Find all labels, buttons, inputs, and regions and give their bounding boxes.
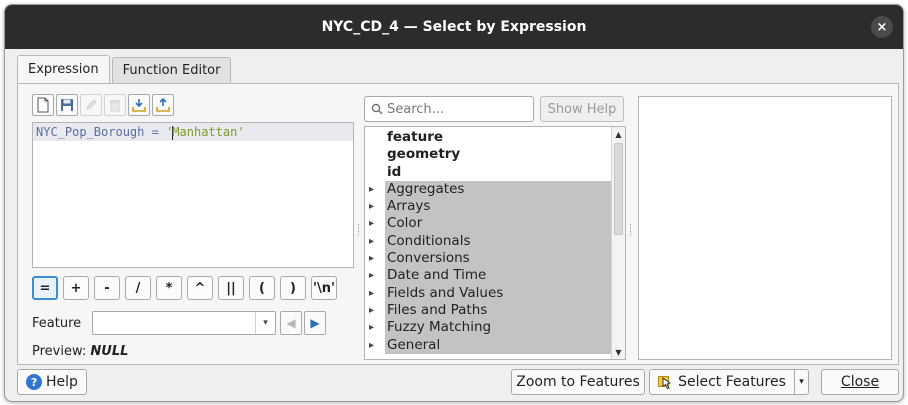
function-tree-scrollbar[interactable]: ▲ ▼ (611, 127, 625, 359)
export-expression-button[interactable] (152, 94, 174, 116)
chevron-down-icon[interactable]: ▾ (255, 312, 275, 334)
edit-icon (86, 99, 97, 110)
select-features-label: Select Features (678, 374, 786, 390)
delete-icon (110, 100, 120, 112)
tree-group-date-and-time[interactable]: Date and Time (369, 267, 611, 285)
tree-group-aggregates[interactable]: Aggregates (369, 180, 611, 199)
close-icon: × (876, 19, 888, 35)
export-icon (156, 98, 170, 112)
help-button-label: Help (46, 374, 78, 390)
tree-group-arrays[interactable]: Arrays (369, 198, 611, 216)
import-icon (132, 99, 146, 112)
tree-item-id[interactable]: id (365, 164, 611, 181)
show-help-button[interactable]: Show Help (540, 96, 624, 122)
next-feature-button[interactable]: ▶ (304, 311, 326, 335)
tree-group-files-and-paths[interactable]: Files and Paths (369, 301, 611, 320)
function-tree-items: feature geometry id Aggregates Arrays Co… (365, 129, 611, 354)
tab-expression[interactable]: Expression (17, 55, 110, 83)
operator-multiply-button[interactable]: * (156, 276, 182, 300)
import-expression-button[interactable] (128, 94, 150, 116)
function-tree[interactable]: feature geometry id Aggregates Arrays Co… (364, 126, 626, 360)
operator-buttons: = + - / * ^ || ( ) '\n' (32, 276, 337, 300)
select-by-expression-dialog: NYC_CD_4 — Select by Expression × Expres… (4, 4, 904, 402)
scroll-down-icon[interactable]: ▼ (612, 345, 625, 359)
expression-operator: = (144, 125, 167, 139)
dialog-button-bar: ? Help Zoom to Features Select Features … (5, 369, 903, 399)
function-help-panel (638, 96, 892, 360)
window-title: NYC_CD_4 — Select by Expression (321, 19, 587, 35)
title-bar: NYC_CD_4 — Select by Expression × (5, 5, 903, 49)
help-button[interactable]: ? Help (17, 369, 87, 395)
expression-editor[interactable]: NYC_Pop_Borough = 'Manhattan' (32, 122, 354, 268)
close-button[interactable]: Close (821, 369, 899, 395)
save-icon (61, 99, 73, 111)
new-expression-button[interactable] (32, 94, 54, 116)
function-search-input[interactable]: Search... (364, 96, 534, 122)
operator-divide-button[interactable]: / (125, 276, 151, 300)
tree-group-fields-and-values[interactable]: Fields and Values (369, 284, 611, 302)
operator-newline-button[interactable]: '\n' (311, 276, 337, 300)
operator-equals-button[interactable]: = (32, 276, 58, 300)
operator-open-paren-button[interactable]: ( (249, 276, 275, 300)
delete-expression-button[interactable] (104, 94, 126, 116)
zoom-to-features-button[interactable]: Zoom to Features (511, 369, 645, 395)
tree-group-general[interactable]: General (369, 336, 611, 354)
select-features-button[interactable]: Select Features (649, 369, 795, 395)
save-expression-button[interactable] (56, 94, 78, 116)
operator-minus-button[interactable]: - (94, 276, 120, 300)
tree-group-conversions[interactable]: Conversions (369, 250, 611, 268)
tree-item-geometry[interactable]: geometry (365, 146, 611, 163)
tree-item-feature[interactable]: feature (365, 129, 611, 146)
edit-expression-button[interactable] (80, 94, 102, 116)
expression-tab-panel: NYC_Pop_Borough = 'Manhattan' = + - / * … (17, 83, 899, 365)
tree-group-fuzzy-matching[interactable]: Fuzzy Matching (369, 319, 611, 337)
tree-group-color[interactable]: Color (369, 215, 611, 233)
new-file-icon (37, 97, 49, 113)
operator-concat-button[interactable]: || (218, 276, 244, 300)
splitter-handle-right[interactable] (630, 224, 633, 236)
help-icon: ? (26, 374, 43, 390)
operator-close-paren-button[interactable]: ) (280, 276, 306, 300)
expression-string-value: Manhattan' (172, 125, 245, 139)
expression-line[interactable]: NYC_Pop_Borough = 'Manhattan' (33, 123, 353, 141)
chevron-down-icon: ▾ (799, 377, 804, 387)
triangle-left-icon: ◀ (286, 316, 296, 330)
preview-label: Preview: (32, 344, 87, 359)
feature-combobox[interactable]: ▾ (92, 311, 276, 335)
window-close-button[interactable]: × (871, 16, 893, 38)
scrollbar-thumb[interactable] (614, 143, 623, 235)
select-features-dropdown[interactable]: ▾ (795, 369, 809, 395)
operator-plus-button[interactable]: + (63, 276, 89, 300)
splitter-handle[interactable] (358, 224, 361, 236)
feature-label: Feature (32, 316, 82, 331)
expression-toolbar (32, 94, 174, 116)
scroll-up-icon[interactable]: ▲ (612, 127, 625, 141)
preview-line: Preview: NULL (32, 344, 128, 359)
search-placeholder: Search... (387, 101, 445, 117)
search-icon (371, 103, 383, 115)
previous-feature-button[interactable]: ◀ (280, 311, 302, 335)
tab-function-editor[interactable]: Function Editor (111, 57, 232, 83)
tab-bar: Expression Function Editor (17, 55, 233, 83)
tree-group-conditionals[interactable]: Conditionals (369, 232, 611, 251)
triangle-right-icon: ▶ (310, 316, 320, 330)
preview-value: NULL (90, 344, 129, 359)
operator-power-button[interactable]: ^ (187, 276, 213, 300)
expression-field-name: NYC_Pop_Borough (36, 125, 145, 139)
select-features-icon (658, 375, 674, 389)
